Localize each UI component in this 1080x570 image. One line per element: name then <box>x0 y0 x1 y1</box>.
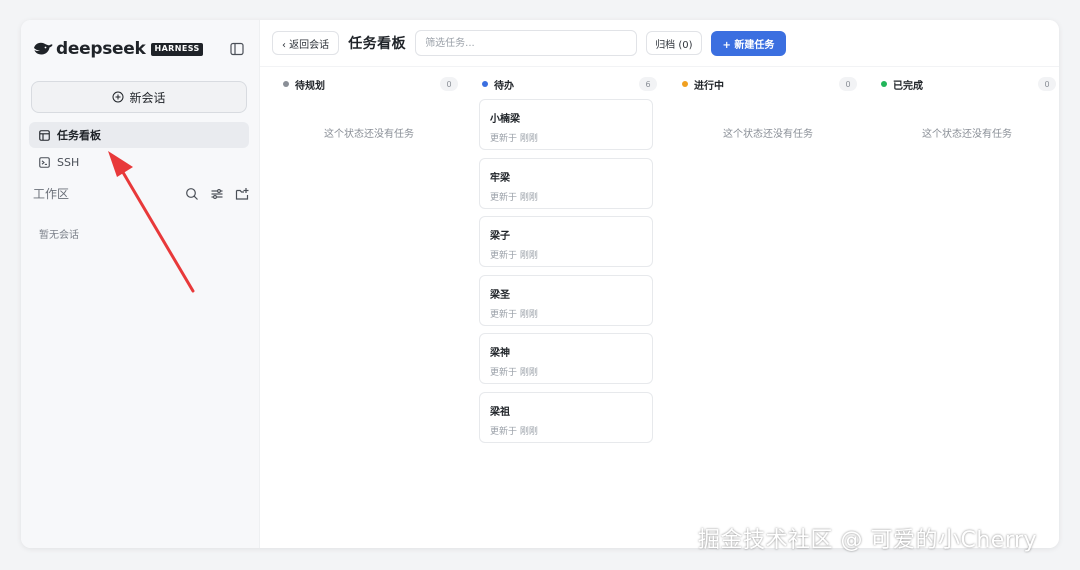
plus-circle-icon <box>112 91 124 103</box>
task-card-updated: 更新于 刚刚 <box>490 426 538 437</box>
column-in-progress: 进行中 0 这个状态还没有任务 <box>679 75 857 140</box>
toolbar: ‹ 返回会话 任务看板 归档 (0) + 新建任务 <box>272 30 787 56</box>
app-window: deepseek HARNESS 新会话 任务看板 SSH 工作区 暂无会话 ‹… <box>21 20 1059 548</box>
task-card[interactable]: 牢梁 更新于 刚刚 <box>479 157 653 209</box>
status-dot <box>283 81 289 87</box>
card-list: 小楠梁 更新于 刚刚 牢梁 更新于 刚刚 梁子 更新于 刚刚 梁圣 更新于 刚刚… <box>479 99 657 443</box>
task-card[interactable]: 梁子 更新于 刚刚 <box>479 216 653 267</box>
task-card-title: 梁子 <box>490 231 510 242</box>
column-empty-text: 这个状态还没有任务 <box>922 129 1012 140</box>
column-empty-text: 这个状态还没有任务 <box>723 129 813 140</box>
board-icon <box>39 129 50 141</box>
column-title: 进行中 <box>694 80 724 92</box>
new-task-button[interactable]: + 新建任务 <box>710 30 787 56</box>
task-filter-input[interactable] <box>415 30 638 56</box>
column-header: 待办 6 <box>479 75 657 93</box>
task-card[interactable]: 梁祖 更新于 刚刚 <box>479 391 653 443</box>
status-dot <box>881 81 887 87</box>
count-badge: 0 <box>1038 77 1056 91</box>
archive-button[interactable]: 归档 (0) <box>646 31 702 55</box>
task-card[interactable]: 梁神 更新于 刚刚 <box>479 333 653 384</box>
task-card-title: 牢梁 <box>490 172 510 184</box>
task-card-title: 梁神 <box>490 348 510 359</box>
task-card-title: 梁圣 <box>490 289 510 301</box>
column-title: 待规划 <box>295 80 325 92</box>
column-title: 已完成 <box>893 80 923 92</box>
brand: deepseek HARNESS <box>33 39 203 59</box>
search-icon[interactable] <box>185 186 199 200</box>
divider <box>260 66 1059 67</box>
workspace-tools <box>185 186 249 200</box>
status-dot <box>682 81 688 87</box>
sidebar-item-label: 任务看板 <box>57 129 101 142</box>
sidebar-toggle-icon[interactable] <box>229 41 245 57</box>
task-card-updated: 更新于 刚刚 <box>490 368 538 378</box>
status-dot <box>482 81 488 87</box>
main-panel: ‹ 返回会话 任务看板 归档 (0) + 新建任务 待规划 0 这个状态还没有任… <box>260 20 1059 548</box>
task-card-title: 梁祖 <box>490 406 510 418</box>
task-card-updated: 更新于 刚刚 <box>490 251 538 261</box>
count-badge: 0 <box>839 77 857 91</box>
task-card-updated: 更新于 刚刚 <box>490 134 538 144</box>
column-planning: 待规划 0 这个状态还没有任务 <box>280 75 458 140</box>
terminal-icon <box>39 156 50 168</box>
column-todo: 待办 6 小楠梁 更新于 刚刚 牢梁 更新于 刚刚 梁子 更新于 刚刚 梁圣 更… <box>479 75 657 450</box>
brand-tag: HARNESS <box>151 42 203 56</box>
page-title: 任务看板 <box>348 36 407 52</box>
task-card-updated: 更新于 刚刚 <box>490 309 538 320</box>
back-to-chat-button[interactable]: ‹ 返回会话 <box>272 31 340 55</box>
workspace-empty-text: 暂无会话 <box>39 230 79 241</box>
task-card-title: 小楠梁 <box>490 114 520 125</box>
whale-logo-icon <box>34 42 53 55</box>
filter-sliders-icon[interactable] <box>210 186 224 200</box>
sidebar-item-ssh[interactable]: SSH <box>29 149 249 175</box>
new-chat-label: 新会话 <box>129 90 166 105</box>
new-chat-button[interactable]: 新会话 <box>31 81 247 113</box>
sidebar: deepseek HARNESS 新会话 任务看板 SSH 工作区 暂无会话 <box>21 20 260 548</box>
column-title: 待办 <box>494 80 514 92</box>
column-empty-text: 这个状态还没有任务 <box>324 129 414 140</box>
new-folder-icon[interactable] <box>235 186 249 200</box>
task-card-updated: 更新于 刚刚 <box>490 192 538 203</box>
count-badge: 6 <box>639 77 657 91</box>
sidebar-item-label: SSH <box>57 155 80 169</box>
column-header: 进行中 0 <box>679 75 857 93</box>
count-badge: 0 <box>440 77 458 91</box>
workspace-header: 工作区 <box>33 183 249 203</box>
workspace-label: 工作区 <box>33 186 70 201</box>
task-card[interactable]: 小楠梁 更新于 刚刚 <box>479 99 653 150</box>
column-header: 已完成 0 <box>878 75 1056 93</box>
column-done: 已完成 0 这个状态还没有任务 <box>878 75 1056 140</box>
column-header: 待规划 0 <box>280 75 458 93</box>
brand-name: deepseek <box>56 39 146 59</box>
sidebar-item-task-board[interactable]: 任务看板 <box>29 122 249 148</box>
task-card[interactable]: 梁圣 更新于 刚刚 <box>479 274 653 326</box>
